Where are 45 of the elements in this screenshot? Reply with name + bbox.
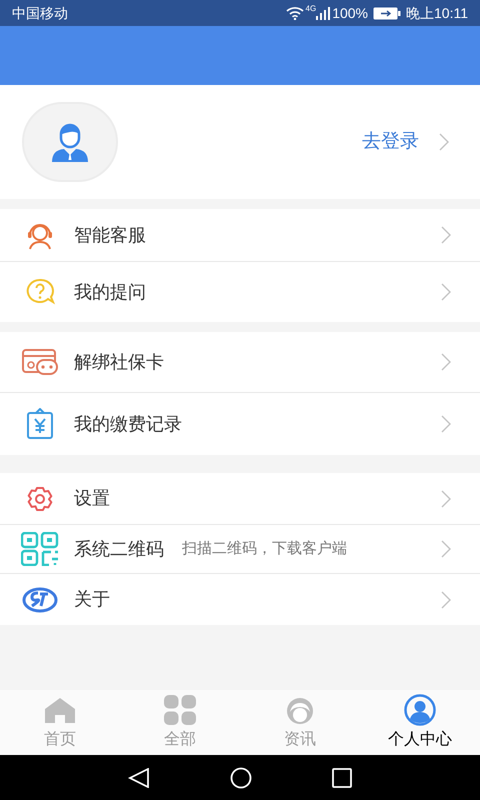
menu-item[interactable]: 我的缴费记录 (0, 393, 480, 455)
menu-item[interactable]: 解绑社保卡 (0, 332, 480, 393)
chevron-icon (441, 226, 451, 244)
grid-icon (164, 694, 196, 724)
emblem-icon (22, 586, 58, 612)
menu-item[interactable]: 关于 (0, 574, 480, 625)
chevron-icon (439, 133, 449, 151)
chevron-icon (441, 540, 451, 558)
house-icon (44, 696, 76, 722)
menu-label: 系统二维码 (74, 538, 164, 560)
clock: 晚上10:11 (406, 4, 468, 22)
battery-level: 100% (332, 4, 368, 22)
menu-label: 智能客服 (74, 224, 146, 246)
person-icon (50, 122, 90, 162)
menu-item[interactable]: 我的提问 (0, 262, 480, 322)
menu-label: 关于 (74, 588, 110, 611)
menu-item[interactable]: 系统二维码 扫描二维码，下载客户端 (0, 525, 480, 574)
home-icon[interactable] (230, 766, 252, 788)
tab[interactable]: 个人中心 (360, 690, 480, 755)
menu-item[interactable]: 设置 (0, 473, 480, 525)
chevron-icon (441, 490, 451, 508)
login-link[interactable]: 去登录 (362, 128, 419, 156)
battery-icon (373, 6, 401, 20)
chevron-icon (441, 283, 451, 301)
menu-hint: 扫描二维码，下载客户端 (182, 538, 347, 559)
wifi-icon (286, 6, 304, 20)
menu-label: 我的缴费记录 (74, 412, 182, 436)
recents-icon[interactable] (332, 768, 352, 788)
back-icon[interactable] (128, 768, 150, 788)
network-type: 4G (306, 3, 316, 15)
chevron-icon (441, 353, 451, 371)
receipt-icon (25, 408, 55, 440)
menu-item[interactable]: 智能客服 (0, 209, 480, 262)
qr-code-icon (21, 532, 59, 566)
chevron-icon (441, 415, 451, 433)
card-icon (22, 348, 58, 376)
menu-label: 设置 (74, 487, 110, 510)
menu-label: 解绑社保卡 (74, 350, 164, 374)
question-bubble-icon (25, 277, 55, 307)
chevron-icon (441, 590, 451, 608)
gear-icon (26, 484, 54, 512)
signal-icon (316, 6, 330, 20)
carrier-name: 中国移动 (12, 4, 68, 22)
menu-label: 我的提问 (74, 280, 146, 304)
user-circle-icon (404, 694, 436, 726)
